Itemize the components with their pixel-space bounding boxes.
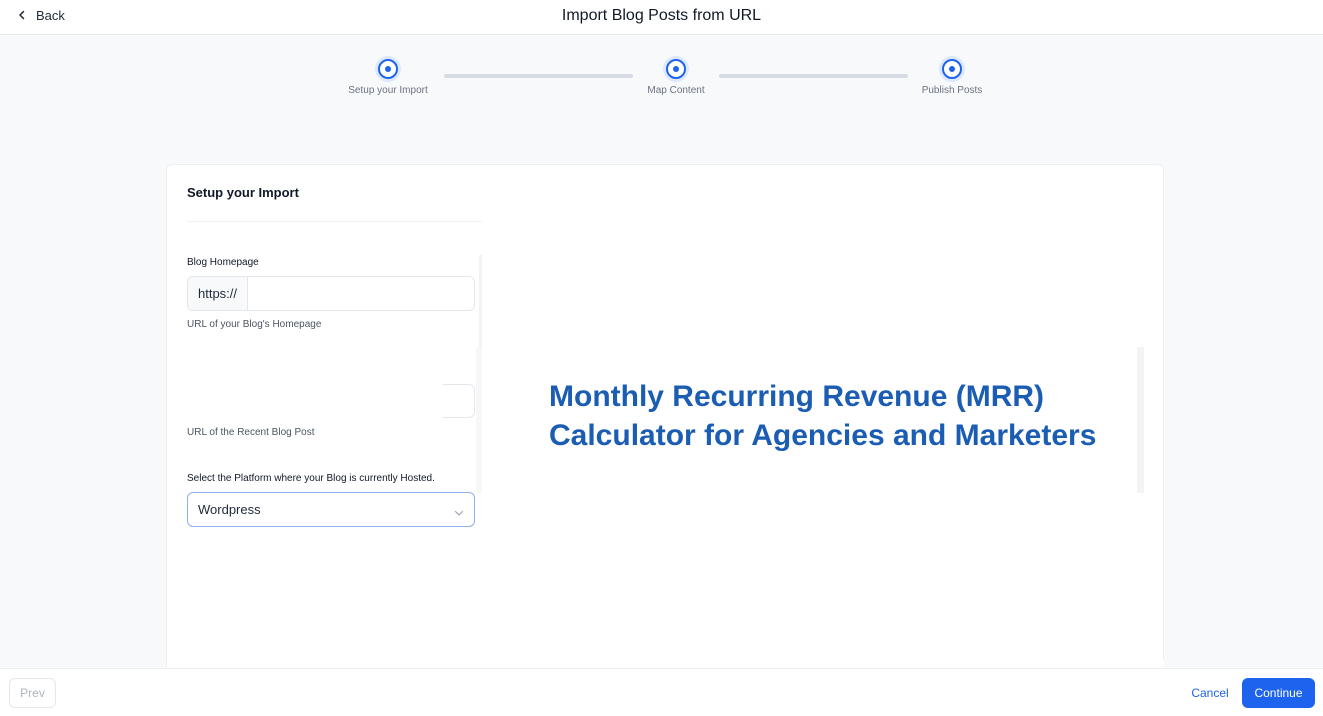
chevron-down-icon	[454, 505, 464, 520]
platform-label: Select the Platform where your Blog is c…	[187, 473, 435, 484]
step-1-label: Setup your Import	[348, 85, 428, 96]
section-title: Setup your Import	[187, 185, 299, 200]
section-divider	[187, 221, 482, 222]
url-prefix: https://	[188, 277, 248, 310]
step-connector-2	[719, 74, 908, 78]
prev-button[interactable]: Prev	[9, 678, 56, 708]
continue-button[interactable]: Continue	[1242, 678, 1315, 708]
blog-homepage-field: https://	[187, 276, 475, 311]
step-2-label: Map Content	[647, 85, 705, 96]
preview-heading: Monthly Recurring Revenue (MRR) Calculat…	[549, 380, 1097, 452]
blog-homepage-help: URL of your Blog's Homepage	[187, 319, 322, 330]
step-3-indicator	[939, 56, 965, 82]
platform-selected-value: Wordpress	[198, 502, 261, 517]
step-1-indicator	[375, 56, 401, 82]
footer-bar	[0, 668, 1323, 716]
step-connector-1	[444, 74, 633, 78]
recent-post-input[interactable]	[443, 384, 475, 418]
blog-homepage-label: Blog Homepage	[187, 257, 259, 268]
recent-post-help: URL of the Recent Blog Post	[187, 427, 315, 438]
top-bar: Back Import Blog Posts from URL	[0, 0, 1323, 35]
step-2-indicator	[663, 56, 689, 82]
blog-homepage-input[interactable]	[248, 277, 474, 310]
platform-select[interactable]: Wordpress	[187, 492, 475, 527]
page-title: Import Blog Posts from URL	[561, 7, 762, 24]
cancel-button[interactable]: Cancel	[1183, 678, 1237, 708]
step-3-label: Publish Posts	[921, 85, 983, 96]
